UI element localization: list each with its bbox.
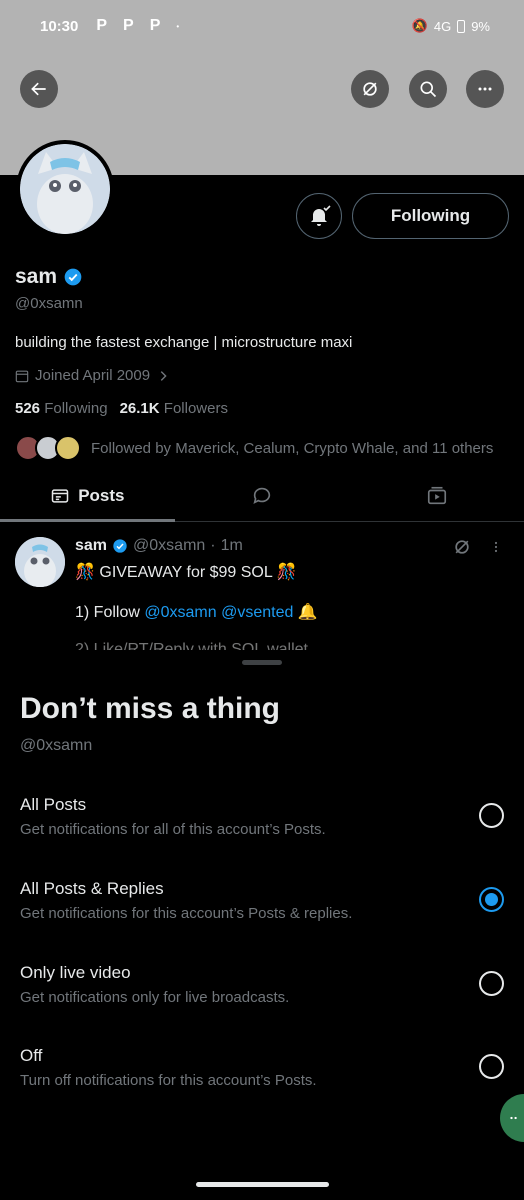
more-button[interactable]	[466, 70, 504, 108]
verified-badge-icon	[113, 539, 127, 553]
tab-media[interactable]	[349, 470, 524, 521]
post-separator: ·	[210, 537, 216, 554]
sheet-handle: @0xsamn	[20, 737, 93, 754]
media-icon	[427, 486, 446, 504]
profile-name: sam	[15, 265, 58, 288]
option-description: Get notifications for all of this accoun…	[20, 821, 326, 838]
option-only-live-video[interactable]: Only live video Get notifications only f…	[0, 963, 524, 1033]
calendar-icon	[15, 370, 29, 382]
search-icon	[420, 81, 437, 98]
post-text-line: 2) Like/RT/Reply with SOL wallet	[75, 641, 308, 650]
option-label: All Posts	[20, 795, 87, 814]
sheet-grabber[interactable]	[242, 660, 282, 665]
radio-button[interactable]	[479, 971, 504, 996]
status-dot: •	[176, 21, 180, 31]
followed-by-row[interactable]: Followed by Maverick, Cealum, Crypto Wha…	[15, 434, 493, 462]
tab-posts[interactable]: Posts	[0, 470, 175, 522]
mutual-avatar	[55, 435, 81, 461]
joined-date: Joined April 2009	[35, 367, 151, 384]
profile-name-row: sam	[15, 265, 83, 289]
following-stat[interactable]: 526 Following	[15, 400, 108, 417]
mention-link[interactable]: @vsented	[221, 604, 293, 621]
bell-check-icon	[311, 205, 331, 226]
search-button[interactable]	[409, 70, 447, 108]
option-all-posts[interactable]: All Posts Get notifications for all of t…	[0, 795, 524, 865]
option-label: Off	[20, 1046, 43, 1065]
notification-badge: P	[149, 17, 161, 34]
profile-tabs: Posts	[0, 470, 524, 522]
tab-replies[interactable]	[175, 470, 350, 521]
back-button[interactable]	[20, 70, 58, 108]
more-icon	[510, 1116, 517, 1120]
post-time: 1m	[220, 537, 243, 554]
notification-settings-sheet: Don’t miss a thing @0xsamn All Posts Get…	[0, 650, 524, 1200]
option-description: Get notifications for this account’s Pos…	[20, 905, 353, 922]
status-right: 🔕 4G 9%	[412, 18, 490, 34]
profile-avatar[interactable]	[16, 140, 114, 238]
post-actions-top	[452, 537, 504, 557]
mute-icon: 🔕	[411, 18, 428, 33]
signal-icon: 4G	[433, 18, 452, 34]
posts-icon	[51, 488, 69, 503]
status-bar: 10:30 P P P • 🔕 4G 9%	[0, 0, 524, 52]
followed-by-text: Followed by Maverick, Cealum, Crypto Wha…	[91, 439, 494, 457]
post-header: sam @0xsamn · 1m	[75, 537, 243, 555]
notification-bell-button[interactable]	[296, 193, 342, 239]
option-label: Only live video	[20, 963, 131, 982]
status-time: 10:30	[40, 17, 79, 35]
radio-button[interactable]	[479, 1054, 504, 1079]
post-author-handle[interactable]: @0xsamn	[133, 537, 205, 555]
profile-handle: @0xsamn	[15, 295, 83, 312]
post-author-name[interactable]: sam	[75, 537, 107, 555]
tab-posts-label: Posts	[78, 485, 125, 505]
radio-button[interactable]	[479, 803, 504, 828]
battery-level: 9%	[471, 18, 490, 34]
more-icon	[478, 87, 492, 91]
battery-icon	[457, 19, 466, 33]
chevron-right-icon	[160, 370, 167, 381]
option-description: Get notifications only for live broadcas…	[20, 989, 290, 1006]
verified-badge-icon[interactable]	[63, 267, 83, 287]
post-text-line: 🎊 GIVEAWAY for $99 SOL 🎊	[75, 564, 297, 581]
back-arrow-icon	[31, 82, 46, 96]
mutual-avatars	[15, 435, 83, 461]
mention-link[interactable]: @0xsamn	[144, 604, 216, 621]
avatar-image	[20, 144, 110, 234]
option-description: Turn off notifications for this account’…	[20, 1072, 317, 1089]
grok-icon[interactable]	[452, 537, 472, 557]
option-label: All Posts & Replies	[20, 879, 164, 898]
grok-button[interactable]	[351, 70, 389, 108]
grok-icon	[363, 82, 377, 96]
followers-stat[interactable]: 26.1K Followers	[120, 400, 228, 417]
notification-badge: P	[96, 17, 108, 34]
notification-badge: P	[123, 17, 134, 34]
sheet-title: Don’t miss a thing	[20, 692, 281, 725]
joined-date-row[interactable]: Joined April 2009	[15, 367, 170, 384]
following-button[interactable]: Following	[352, 193, 509, 239]
option-off[interactable]: Off Turn off notifications for this acco…	[0, 1046, 524, 1116]
follow-stats: 526 Following 26.1K Followers	[15, 400, 228, 417]
more-vertical-icon[interactable]	[488, 538, 504, 556]
post-avatar[interactable]	[15, 537, 65, 587]
option-all-posts-replies[interactable]: All Posts & Replies Get notifications fo…	[0, 879, 524, 949]
replies-icon	[253, 487, 271, 504]
profile-bio: building the fastest exchange | microstr…	[15, 334, 353, 351]
post-text-line: 1) Follow @0xsamn @vsented 🔔	[75, 604, 318, 621]
radio-button-selected[interactable]	[479, 887, 504, 912]
gesture-nav-bar[interactable]	[196, 1182, 329, 1187]
